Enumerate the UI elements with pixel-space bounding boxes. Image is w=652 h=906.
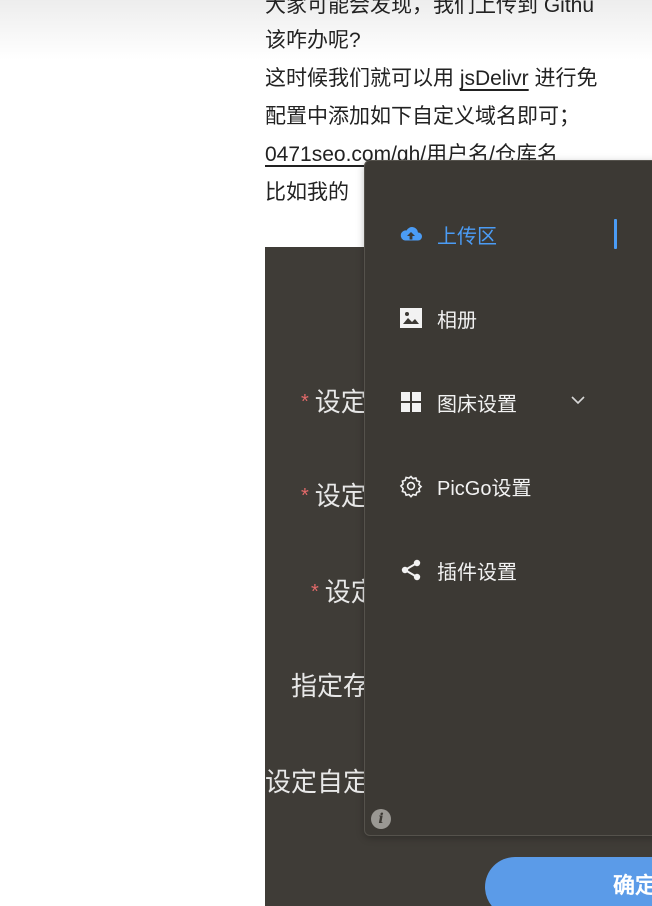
menu-item-label: 上传区	[437, 225, 497, 248]
info-icon[interactable]: i	[371, 809, 391, 829]
cloud-upload-icon	[399, 222, 423, 246]
form-label-5: 设定自定	[265, 767, 370, 797]
menu-item-label: 相册	[437, 309, 477, 332]
menu-item-upload[interactable]: 上传区	[399, 218, 497, 250]
article-line-6: 比如我的	[265, 181, 349, 204]
menu-item-label: 插件设置	[437, 561, 517, 584]
form-label-1: * 设定	[301, 387, 367, 417]
article-line-4: 配置中添加如下自定义域名即可；	[265, 105, 580, 128]
gear-icon	[399, 474, 423, 498]
article-line-3: 这时候我们就可以用 jsDelivr 进行免	[265, 63, 598, 95]
article-line-3-suffix: 进行免	[528, 67, 598, 90]
menu-item-album[interactable]: 相册	[399, 302, 477, 334]
menu-item-plugin-settings[interactable]: 插件设置	[399, 554, 517, 586]
image-icon	[399, 306, 423, 330]
menu-item-picgo-settings[interactable]: PicGo设置	[399, 470, 531, 502]
chevron-down-icon[interactable]	[569, 391, 587, 409]
article-line-2: 该咋办呢?	[265, 29, 361, 52]
menu-item-label: PicGo设置	[437, 477, 532, 500]
side-menu: 上传区 相册 图床设置 PicGo设置 插件设置 i	[364, 160, 652, 836]
form-label-2: * 设定	[301, 481, 367, 511]
jsdelivr-link[interactable]: jsDelivr	[460, 67, 529, 90]
confirm-button[interactable]: 确定	[485, 857, 652, 906]
article-line-3-prefix: 这时候我们就可以用	[265, 67, 460, 90]
form-label-4: 指定存	[291, 671, 370, 701]
active-indicator	[614, 219, 617, 249]
menu-item-picbed-settings[interactable]: 图床设置	[399, 386, 517, 418]
share-icon	[399, 558, 423, 582]
grid-icon	[399, 390, 423, 414]
article-line-1: 大家可能会发现，我们上传到 Githu	[265, 0, 595, 17]
menu-item-label: 图床设置	[437, 393, 517, 416]
